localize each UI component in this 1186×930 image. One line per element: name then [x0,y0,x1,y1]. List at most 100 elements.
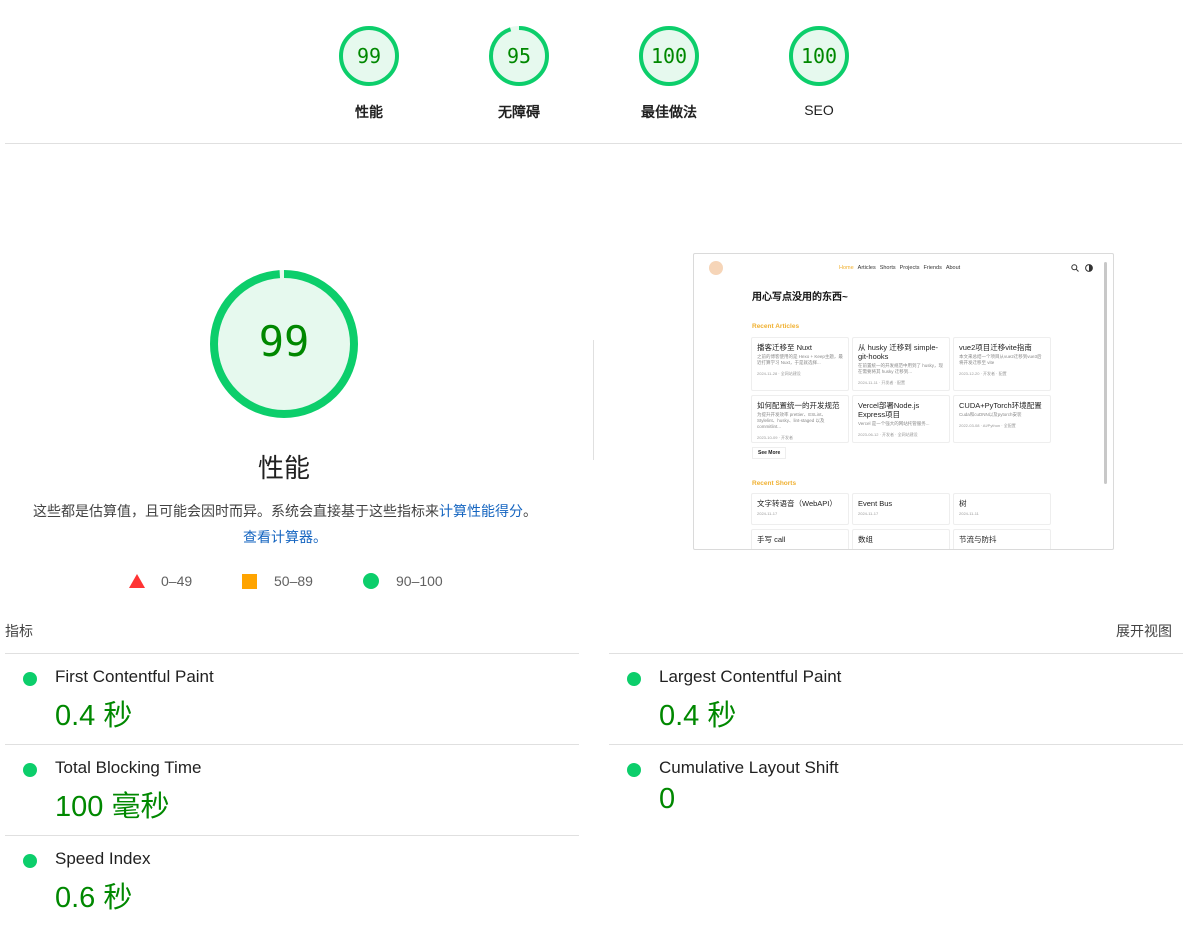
divider [609,653,1183,654]
legend-pass: 90–100 [363,573,443,589]
metric-value: 0 [659,783,676,815]
nav-item: Home [839,265,854,271]
legend-fail: 0–49 [128,573,192,589]
article-title: Vercel部署Node.js Express项目 [858,401,920,419]
article-card: Vercel部署Node.js Express项目 Vercel 是一个强大的网… [852,395,950,443]
expand-view-toggle[interactable]: 展开视图 [1116,621,1172,641]
pass-circle-icon [627,672,641,686]
section-label: Recent Shorts [752,480,797,487]
theme-toggle-icon [1085,264,1093,272]
pass-circle-icon [627,763,641,777]
metric-name: Largest Contentful Paint [659,667,842,686]
article-title: CUDA+PyTorch环境配置 [959,401,1042,410]
performance-gauge: 99 [208,268,360,420]
legend-range: 90–100 [396,573,443,589]
article-card: 从 husky 迁移到 simple-git-hooks 在前置统一的开发规范中… [852,337,950,391]
article-desc: Vercel 是一个强大的网站托管服务... [858,421,930,426]
see-more-button: See More [752,447,787,459]
metric-value: 100 毫秒 [55,791,170,823]
nav-item: Shorts [879,265,896,271]
gauge-seo[interactable]: 100 [788,25,850,87]
gauge-score: 99 [356,44,382,68]
performance-description: 这些都是估算值，且可能会因时而异。系统会直接基于这些指标来计算性能得分。 查看计… [30,498,540,550]
gauge-score: 100 [800,44,838,68]
short-meta: 2024-11-11 [959,511,979,516]
article-title: vue2项目迁移vite指南 [959,343,1032,352]
metric-value: 0.4 秒 [659,700,737,732]
article-title: 如何配置统一的开发规范 [757,401,840,410]
legend-average: 50–89 [242,573,313,589]
square-icon [242,573,257,589]
short-card: 数组 [852,529,950,549]
gauge-label: 最佳做法 [641,104,697,120]
description-text: 这些都是估算值，且可能会因时而异。系统会直接基于这些指标来 [33,503,439,519]
gauge-score: 100 [650,44,688,68]
divider [5,653,579,654]
short-title: 数组 [858,535,873,544]
calculator-link[interactable]: 查看计算器。 [243,529,327,545]
article-desc: Cuda和cuDNN以及pytorch安装 [959,412,1022,417]
site-nav: Home Articles Shorts Projects Friends Ab… [839,265,960,271]
section-label: Recent Articles [752,323,800,330]
nav-item: Articles [857,265,876,271]
metric-name: Total Blocking Time [55,758,202,777]
description-separator: 。 [523,503,537,519]
article-meta: 2024-11-11 · 开发者 · 配置 [858,380,905,385]
gauge-accessibility[interactable]: 95 [488,25,550,87]
gauge-label: SEO [804,102,834,118]
short-card: 文字转语音（WebAPI） 2024-11-17 [751,493,849,525]
article-title: 播客迁移至 Nuxt [757,343,813,352]
divider [5,143,1182,144]
gauge-performance[interactable]: 99 [338,25,400,87]
pass-circle-icon [23,854,37,868]
pass-circle-icon [23,763,37,777]
pass-circle-icon [23,672,37,686]
legend-range: 50–89 [274,573,313,589]
search-icon [1071,264,1079,272]
metric-name: Speed Index [55,849,151,868]
scrollbar [1104,262,1107,484]
article-card: vue2项目迁移vite指南 本文来总结一个项目从vue2迁移到vue3后将开发… [953,337,1051,391]
metric-value: 0.4 秒 [55,700,133,732]
nav-item: About [945,265,961,271]
short-title: 文字转语音（WebAPI） [757,499,837,508]
site-headline: 用心写点没用的东西~ [752,292,848,303]
circle-icon [363,573,379,589]
article-desc: 在前置统一的开发规范中用到了 husky，现在需要将其 husky 迁移到... [858,363,944,374]
site-logo-icon [709,261,723,275]
performance-score: 99 [258,317,310,366]
gauge-label: 性能 [355,104,383,120]
short-card: 树 2024-11-11 [953,493,1051,525]
gauge-best-practices[interactable]: 100 [638,25,700,87]
article-meta: 2023-10-09 · 开发者 [757,435,794,440]
metric-name: Cumulative Layout Shift [659,758,839,777]
article-card: CUDA+PyTorch环境配置 Cuda和cuDNN以及pytorch安装 2… [953,395,1051,443]
short-meta: 2024-11-17 [757,511,778,516]
divider [5,835,579,836]
calculate-score-link[interactable]: 计算性能得分 [439,503,523,519]
gauge-label: 无障碍 [498,104,540,120]
triangle-icon [129,574,145,588]
short-title: 节流与防抖 [959,535,997,544]
article-meta: 2022-03-08 · AI/Python · 全配置 [959,423,1016,428]
divider [5,744,579,745]
short-card: 手写 call [751,529,849,549]
short-meta: 2024-11-17 [858,511,879,516]
article-meta: 2023-06-12 · 开发者 · 全网站建设 [858,432,918,437]
short-card: Event Bus 2024-11-17 [852,493,950,525]
divider [609,744,1183,745]
short-title: Event Bus [858,499,893,508]
nav-item: Projects [899,265,920,271]
article-desc: 为提升开发效率 prettier、ESLint、Stylelint、husky、… [757,412,827,429]
metric-value: 0.6 秒 [55,882,133,914]
performance-title: 性能 [257,453,310,483]
article-desc: 之前的博客使用的是 Hexo + Keep主题，最近打算学习 Nuxt，于是就选… [757,354,843,365]
short-title: 手写 call [757,535,786,544]
short-card: 节流与防抖 [953,529,1051,549]
metrics-heading: 指标 [5,623,33,639]
divider [593,340,594,460]
final-screenshot[interactable]: Home Articles Shorts Projects Friends Ab… [693,253,1114,550]
article-meta: 2023-12-20 · 开发者 · 配置 [959,371,1007,376]
metric-name: First Contentful Paint [55,667,214,686]
article-card: 如何配置统一的开发规范 为提升开发效率 prettier、ESLint、Styl… [751,395,849,443]
